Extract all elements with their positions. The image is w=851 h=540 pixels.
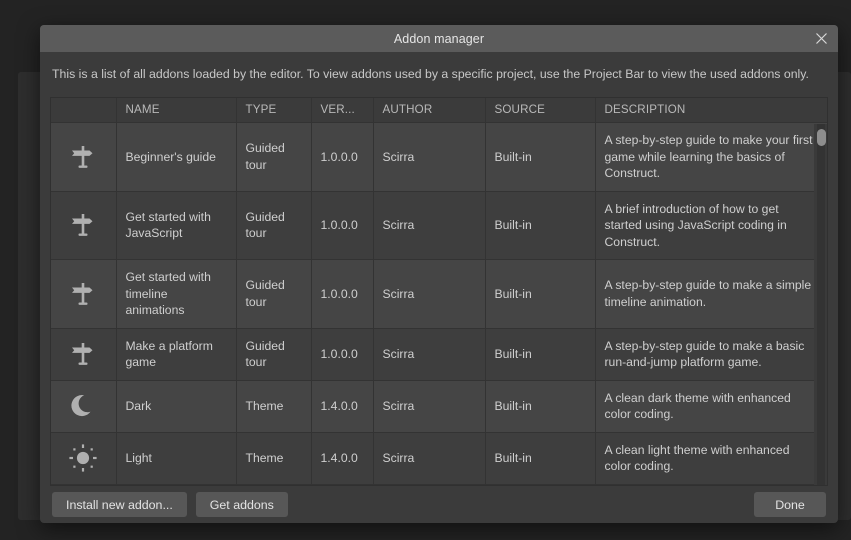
- table-row[interactable]: Light Theme 1.4.0.0 Scirra Built-in A clean l…: [51, 432, 827, 485]
- cell-type: Theme: [236, 432, 312, 485]
- cell-icon: [51, 122, 117, 192]
- addon-table: NAME TYPE VER... AUTHOR SOURCE DESCRIPTI…: [51, 97, 827, 485]
- cell-version: 1.0.0.0: [311, 259, 374, 329]
- cell-name: Beginner's guide: [116, 122, 237, 192]
- signpost-icon: [51, 142, 116, 172]
- cell-desc: A step-by-step guide to make a simple ti…: [595, 259, 827, 329]
- cell-icon: [51, 328, 117, 381]
- table-header-row: NAME TYPE VER... AUTHOR SOURCE DESCRIPTI…: [51, 97, 827, 123]
- close-icon: [815, 32, 828, 45]
- cell-author: Scirra: [373, 380, 486, 433]
- signpost-icon: [51, 339, 116, 369]
- cell-source: Built-in: [485, 122, 596, 192]
- cell-author: Scirra: [373, 328, 486, 381]
- addon-manager-dialog: Addon manager This is a list of all addo…: [40, 25, 838, 523]
- cell-icon: [51, 432, 117, 485]
- cell-version: 1.0.0.0: [311, 122, 374, 192]
- cell-icon: [51, 259, 117, 329]
- dialog-titlebar: Addon manager: [40, 25, 838, 52]
- cell-author: Scirra: [373, 432, 486, 485]
- table-scrollbar[interactable]: [814, 123, 827, 485]
- cell-source: Built-in: [485, 328, 596, 381]
- table-row[interactable]: Get started with JavaScript Guided tour 1.…: [51, 191, 827, 260]
- moon-icon: [51, 391, 116, 421]
- dialog-footer: Install new addon... Get addons Done: [50, 488, 828, 524]
- scrollbar-track[interactable]: [817, 123, 825, 485]
- cell-desc: A clean dark theme with enhanced color c…: [595, 380, 827, 433]
- cell-type: Guided tour: [236, 259, 312, 329]
- column-header-version[interactable]: VER...: [311, 97, 374, 123]
- cell-source: Built-in: [485, 191, 596, 260]
- cell-version: 1.0.0.0: [311, 191, 374, 260]
- cell-type: Guided tour: [236, 122, 312, 192]
- cell-version: 1.4.0.0: [311, 380, 374, 433]
- cell-type: Guided tour: [236, 328, 312, 381]
- cell-name: Dark: [116, 380, 237, 433]
- app-root: Addon manager This is a list of all addo…: [0, 0, 851, 540]
- done-button[interactable]: Done: [754, 492, 826, 517]
- cell-type: Guided tour: [236, 191, 312, 260]
- dialog-title: Addon manager: [393, 31, 485, 46]
- intro-text: This is a list of all addons loaded by t…: [52, 67, 809, 81]
- cell-author: Scirra: [373, 122, 486, 192]
- dialog-body: This is a list of all addons loaded by t…: [40, 52, 838, 523]
- addon-table-container: NAME TYPE VER... AUTHOR SOURCE DESCRIPTI…: [50, 96, 828, 486]
- cell-type: Theme: [236, 380, 312, 433]
- cell-desc: A step-by-step guide to make a basic run…: [595, 328, 827, 381]
- cell-name: Light: [116, 432, 237, 485]
- install-new-addon-button[interactable]: Install new addon...: [52, 492, 187, 517]
- column-header-icon[interactable]: [51, 97, 117, 123]
- cell-icon: [51, 191, 117, 260]
- cell-source: Built-in: [485, 259, 596, 329]
- cell-version: 1.0.0.0: [311, 328, 374, 381]
- column-header-source[interactable]: SOURCE: [485, 97, 596, 123]
- cell-desc: A step-by-step guide to make your first …: [595, 122, 827, 192]
- signpost-icon: [51, 279, 116, 309]
- cell-source: Built-in: [485, 432, 596, 485]
- close-button[interactable]: [804, 25, 838, 52]
- cell-desc: A clean light theme with enhanced color …: [595, 432, 827, 485]
- column-header-type[interactable]: TYPE: [236, 97, 312, 123]
- table-row[interactable]: Dark Theme 1.4.0.0 Scirra Built-in A clean da…: [51, 380, 827, 433]
- cell-name: Get started with JavaScript: [116, 191, 237, 260]
- table-row[interactable]: Make a platform game Guided tour 1.0.0.0 Sc…: [51, 328, 827, 381]
- cell-source: Built-in: [485, 380, 596, 433]
- scrollbar-thumb[interactable]: [817, 128, 826, 146]
- table-header: NAME TYPE VER... AUTHOR SOURCE DESCRIPTI…: [51, 97, 827, 123]
- sun-icon: [51, 443, 116, 473]
- column-header-description[interactable]: DESCRIPTION: [595, 97, 827, 123]
- table-row[interactable]: Get started with timeline animations Guid…: [51, 259, 827, 329]
- signpost-icon: [51, 210, 116, 240]
- column-header-name[interactable]: NAME: [116, 97, 237, 123]
- cell-author: Scirra: [373, 259, 486, 329]
- cell-version: 1.4.0.0: [311, 432, 374, 485]
- table-body: Beginner's guide Guided tour 1.0.0.0 Scirra…: [51, 122, 827, 485]
- cell-name: Get started with timeline animations: [116, 259, 237, 329]
- column-header-author[interactable]: AUTHOR: [373, 97, 486, 123]
- cell-icon: [51, 380, 117, 433]
- cell-name: Make a platform game: [116, 328, 237, 381]
- get-addons-button[interactable]: Get addons: [195, 492, 288, 517]
- cell-desc: A brief introduction of how to get start…: [595, 191, 827, 260]
- table-row[interactable]: Beginner's guide Guided tour 1.0.0.0 Scirra…: [51, 122, 827, 192]
- cell-author: Scirra: [373, 191, 486, 260]
